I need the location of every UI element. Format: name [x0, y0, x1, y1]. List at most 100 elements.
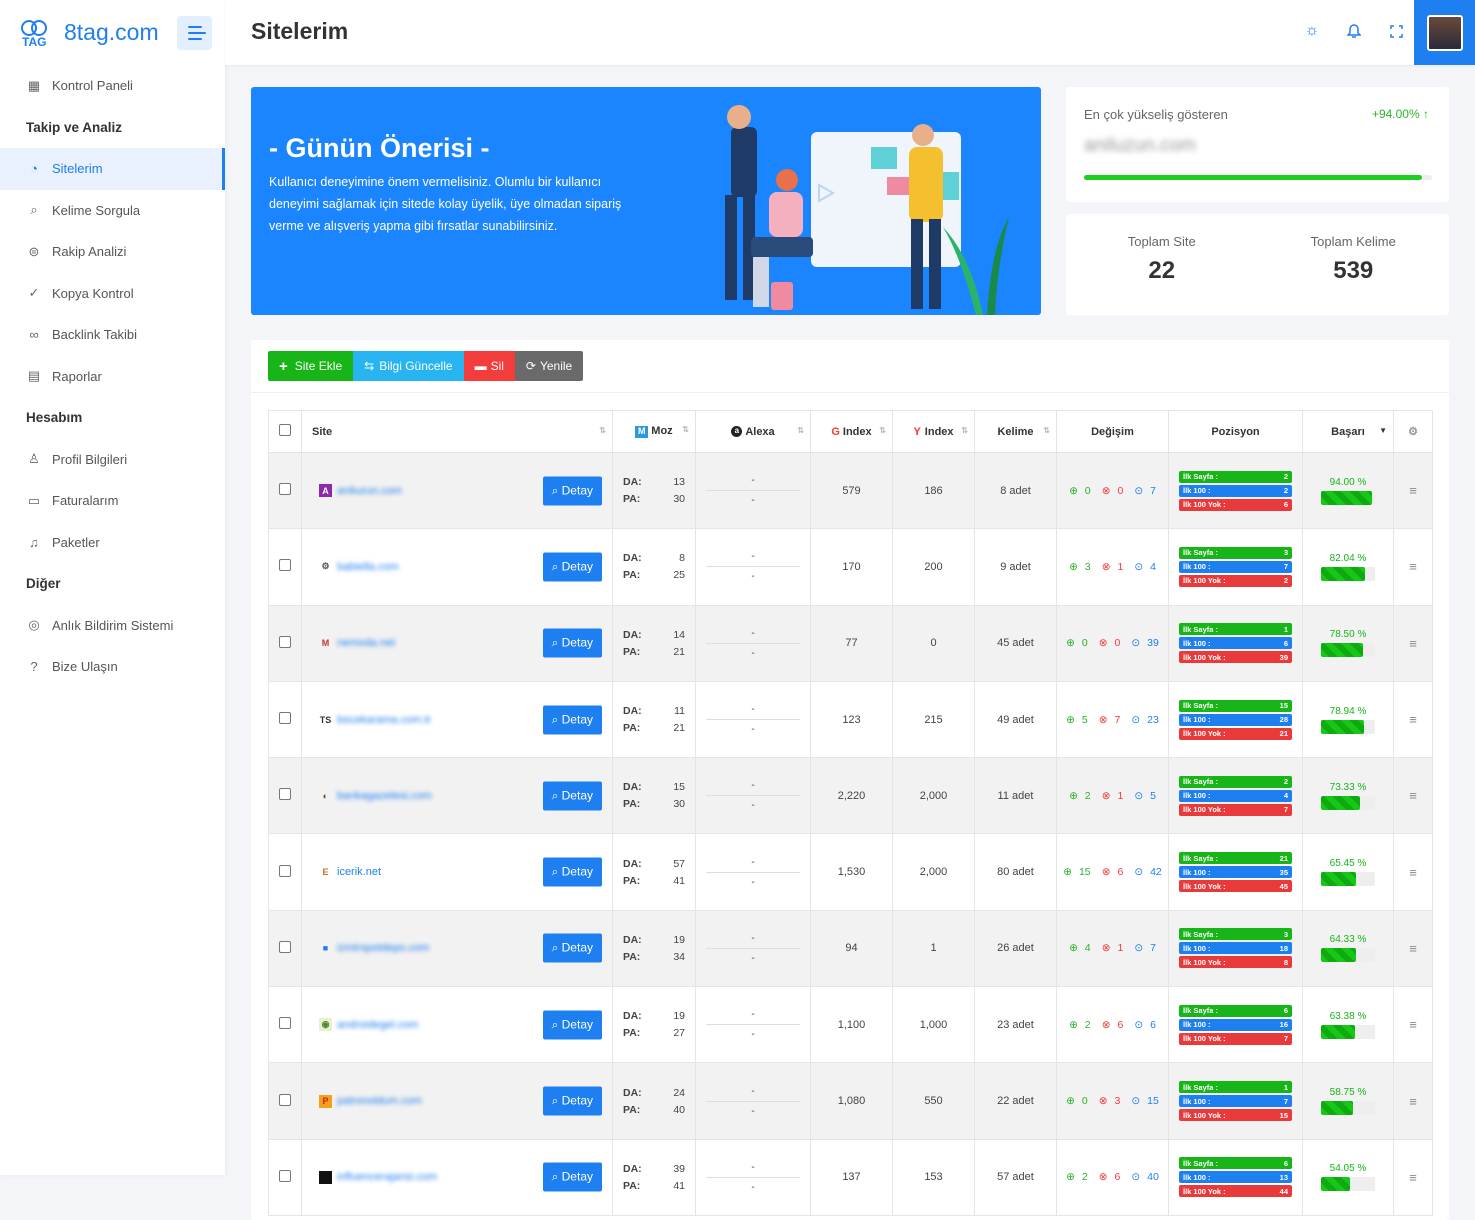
row-checkbox[interactable]: [279, 712, 291, 725]
sidebar-item-10[interactable]: ▭ Faturalarım: [0, 480, 225, 522]
user-menu[interactable]: [1414, 0, 1475, 65]
table-row[interactable]: A aniluzun.com ⌕ Detay DA: 13 PA: 30 - - 5…: [268, 451, 1433, 530]
col-site[interactable]: Site ⇅: [301, 410, 613, 453]
select-all-checkbox[interactable]: [279, 424, 291, 436]
rise-count: ⊕ 0: [1069, 484, 1091, 497]
col-settings[interactable]: ⚙: [1393, 410, 1433, 453]
row-checkbox[interactable]: [279, 864, 291, 877]
detail-button[interactable]: ⌕ Detay: [542, 628, 602, 658]
menu-icon[interactable]: ≡: [1409, 712, 1417, 727]
table-row[interactable]: M nemoda.net ⌕ Detay DA: 14 PA: 21 - - 77 …: [268, 604, 1433, 682]
sidebar-item-5[interactable]: ✓ Kopya Kontrol: [0, 273, 225, 315]
detail-button[interactable]: ⌕ Detay: [542, 705, 602, 735]
row-menu-cell[interactable]: ≡: [1393, 528, 1433, 606]
row-checkbox[interactable]: [279, 1017, 291, 1030]
not-top-100-badge: İlk 100 Yok :2: [1179, 574, 1292, 587]
fullscreen-icon[interactable]: [1387, 22, 1405, 40]
site-link[interactable]: patronoldum.com: [337, 1095, 422, 1107]
menu-toggle-button[interactable]: [177, 16, 212, 50]
detail-button[interactable]: ⌕ Detay: [542, 781, 602, 811]
row-menu-cell[interactable]: ≡: [1393, 451, 1433, 530]
site-link[interactable]: babiella.com: [337, 561, 399, 573]
top-100-badge: İlk 100 :4: [1179, 789, 1292, 802]
sidebar-item-13[interactable]: ◎ Anlık Bildirim Sistemi: [0, 605, 225, 647]
site-cell: ⚙ babiella.com ⌕ Detay: [301, 528, 613, 606]
col-kelime[interactable]: Kelime ⇅: [974, 410, 1057, 453]
site-link[interactable]: aniluzun.com: [337, 485, 402, 497]
menu-icon[interactable]: ≡: [1409, 483, 1417, 498]
site-link[interactable]: icerik.net: [337, 866, 381, 878]
sidebar-item-11[interactable]: ♫ Paketler: [0, 522, 225, 564]
table-row[interactable]: ⚙ babiella.com ⌕ Detay DA: 8 PA: 25 - - 17…: [268, 528, 1433, 606]
sidebar-item-6[interactable]: ∞ Backlink Takibi: [0, 314, 225, 356]
add-site-button[interactable]: + Site Ekle: [268, 351, 354, 381]
row-checkbox[interactable]: [279, 559, 291, 572]
site-link[interactable]: nemoda.net: [337, 637, 395, 649]
table-row[interactable]: E icerik.net ⌕ Detay DA: 57 PA: 41 - - 1,5…: [268, 833, 1433, 911]
col-yandex-index[interactable]: Y Index ⇅: [892, 410, 975, 453]
sidebar-item-7[interactable]: ▤ Raporlar: [0, 356, 225, 398]
detail-button[interactable]: ⌕ Detay: [542, 857, 602, 887]
menu-icon[interactable]: ≡: [1409, 865, 1417, 880]
menu-icon[interactable]: ≡: [1409, 788, 1417, 803]
row-menu-cell[interactable]: ≡: [1393, 833, 1433, 911]
site-link[interactable]: influencerajansi.com: [337, 1171, 437, 1183]
sidebar-item-3[interactable]: ⌕ Kelime Sorgula: [0, 190, 225, 232]
site-link[interactable]: bankagazetesi.com: [337, 790, 432, 802]
table-row[interactable]: TS bocekarama.com.tr ⌕ Detay DA: 11 PA: 21…: [268, 680, 1433, 759]
detail-button[interactable]: ⌕ Detay: [542, 476, 602, 506]
theme-toggle-icon[interactable]: ☼: [1303, 22, 1321, 40]
col-moz[interactable]: M Moz ⇅: [612, 410, 696, 453]
table-row[interactable]: ◉ androidegel.com ⌕ Detay DA: 19 PA: 27 - …: [268, 986, 1433, 1064]
table-row[interactable]: ■ izmirspotdepo.com ⌕ Detay DA: 19 PA: 34 …: [268, 909, 1433, 988]
menu-icon[interactable]: ≡: [1409, 1094, 1417, 1109]
table-row[interactable]: ◐ bankagazetesi.com ⌕ Detay DA: 15 PA: 30 …: [268, 757, 1433, 835]
site-link[interactable]: bocekarama.com.tr: [337, 714, 431, 726]
menu-icon[interactable]: ≡: [1409, 1170, 1417, 1185]
detail-button[interactable]: ⌕ Detay: [542, 1010, 602, 1040]
row-menu-cell[interactable]: ≡: [1393, 1138, 1433, 1216]
row-menu-cell[interactable]: ≡: [1393, 1062, 1433, 1140]
row-menu-cell[interactable]: ≡: [1393, 757, 1433, 835]
menu-icon[interactable]: ≡: [1409, 559, 1417, 574]
search-icon: ⌕: [551, 1093, 559, 1108]
stable-count: ⊙ 6: [1134, 1018, 1156, 1031]
sidebar-item-9[interactable]: ♙ Profil Bilgileri: [0, 439, 225, 481]
row-checkbox[interactable]: [279, 635, 291, 648]
table-row[interactable]: ■ influencerajansi.com ⌕ Detay DA: 39 PA:…: [268, 1138, 1433, 1216]
row-checkbox[interactable]: [279, 483, 291, 496]
row-menu-cell[interactable]: ≡: [1393, 986, 1433, 1064]
detail-button[interactable]: ⌕ Detay: [542, 1162, 602, 1192]
table-row[interactable]: P patronoldum.com ⌕ Detay DA: 24 PA: 40 - …: [268, 1062, 1433, 1140]
site-link[interactable]: izmirspotdepo.com: [337, 942, 429, 954]
row-checkbox[interactable]: [279, 1169, 291, 1182]
sidebar-item-4[interactable]: ⊜ Rakip Analizi: [0, 231, 225, 273]
row-checkbox[interactable]: [279, 1093, 291, 1106]
col-basari[interactable]: Başarı ▼: [1302, 410, 1394, 453]
sidebar-item-0[interactable]: ▦ Kontrol Paneli: [0, 65, 225, 107]
menu-icon[interactable]: ≡: [1409, 636, 1417, 651]
col-alexa[interactable]: a Alexa ⇅: [695, 410, 811, 453]
col-google-index[interactable]: G Index ⇅: [810, 410, 893, 453]
detail-button[interactable]: ⌕ Detay: [542, 1086, 602, 1116]
update-info-button[interactable]: ⇆ Bilgi Güncelle: [353, 351, 464, 381]
sidebar-item-14[interactable]: ? Bize Ulaşın: [0, 646, 225, 688]
row-menu-cell[interactable]: ≡: [1393, 909, 1433, 988]
refresh-button[interactable]: ⟳ Yenile: [514, 351, 584, 381]
notification-bell-icon[interactable]: [1345, 22, 1363, 40]
site-favicon: ◐: [322, 790, 329, 801]
success-cell: 64.33 %: [1302, 909, 1394, 988]
top-100-badge: İlk 100 :16: [1179, 1018, 1292, 1031]
sidebar-item-2[interactable]: ◔ Sitelerim: [0, 148, 225, 190]
row-checkbox[interactable]: [279, 940, 291, 953]
detail-button[interactable]: ⌕ Detay: [542, 552, 602, 582]
detail-button[interactable]: ⌕ Detay: [542, 933, 602, 963]
delete-button[interactable]: ▬ Sil: [463, 351, 515, 381]
row-checkbox[interactable]: [279, 788, 291, 801]
menu-icon[interactable]: ≡: [1409, 1017, 1417, 1032]
menu-icon[interactable]: ≡: [1409, 941, 1417, 956]
row-menu-cell[interactable]: ≡: [1393, 680, 1433, 759]
row-menu-cell[interactable]: ≡: [1393, 604, 1433, 682]
site-link[interactable]: androidegel.com: [337, 1019, 418, 1031]
not-top-100-badge: İlk 100 Yok :6: [1179, 498, 1292, 511]
